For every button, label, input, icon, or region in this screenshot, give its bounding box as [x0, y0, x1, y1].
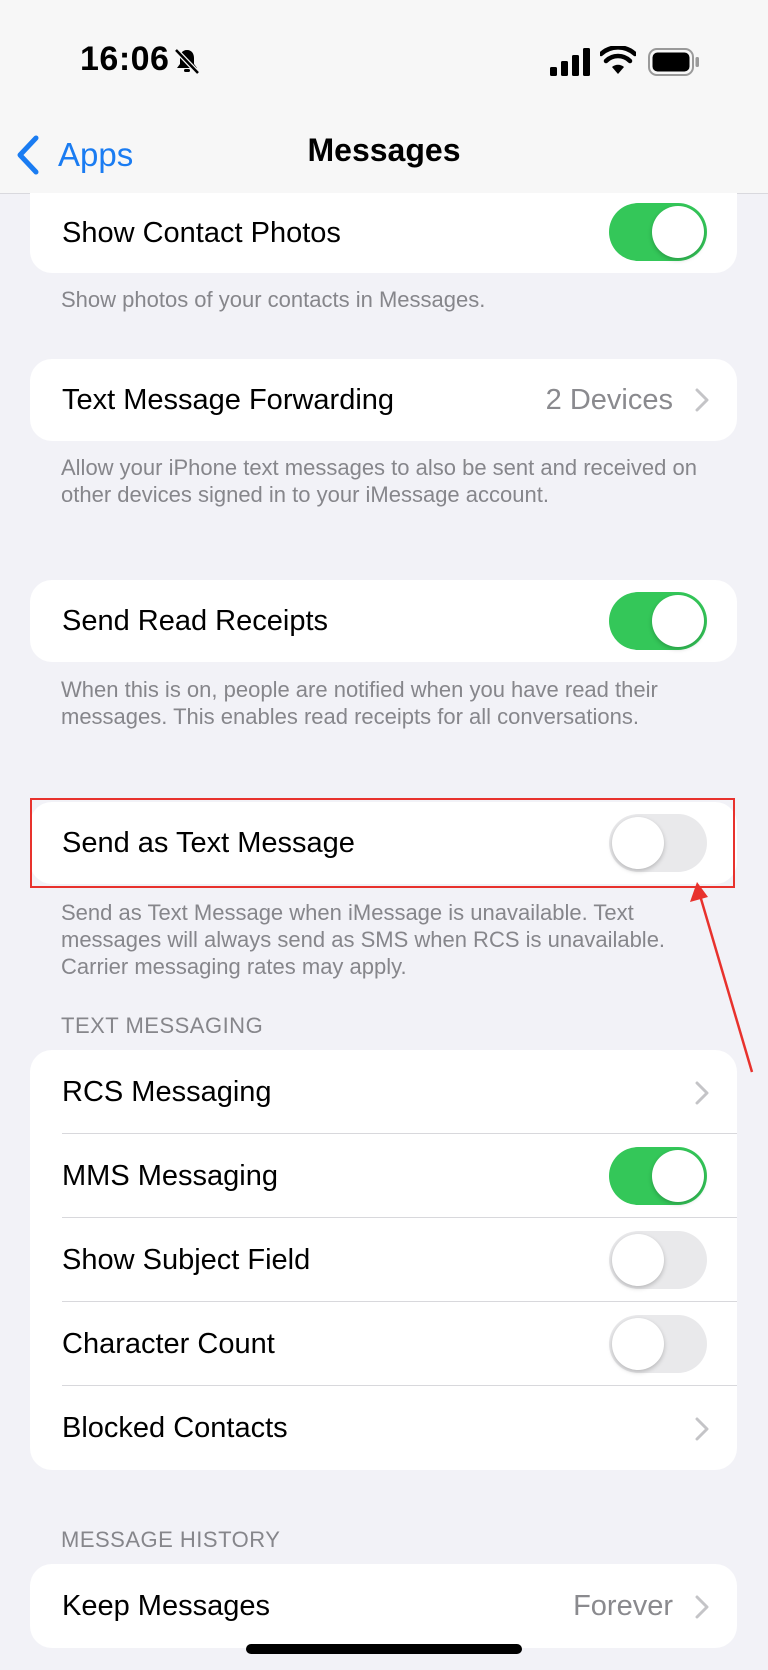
show-subject-toggle[interactable] — [609, 1231, 707, 1289]
read-receipts-label: Send Read Receipts — [62, 604, 328, 637]
contact-photos-row: Show Contact Photos — [30, 193, 737, 273]
read-receipts-toggle[interactable] — [609, 592, 707, 650]
character-count-toggle[interactable] — [609, 1315, 707, 1373]
forwarding-value: 2 Devices — [545, 383, 673, 416]
message-history-header: MESSAGE HISTORY — [61, 1527, 281, 1552]
chevron-right-icon — [695, 388, 709, 412]
status-time: 16:06 — [80, 40, 170, 78]
text-messaging-header: TEXT MESSAGING — [61, 1013, 264, 1038]
rcs-messaging-row[interactable]: RCS Messaging — [30, 1050, 737, 1134]
forwarding-label: Text Message Forwarding — [62, 383, 395, 416]
forwarding-row[interactable]: Text Message Forwarding 2 Devices — [30, 359, 737, 441]
send-as-text-footer: Send as Text Message when iMessage is un… — [61, 900, 666, 979]
show-subject-row: Show Subject Field — [30, 1218, 737, 1302]
cellular-signal-icon — [550, 48, 590, 76]
read-receipts-row: Send Read Receipts — [30, 580, 737, 662]
chevron-right-icon — [695, 1081, 709, 1105]
contact-photos-footer: Show photos of your contacts in Messages… — [61, 287, 486, 312]
read-receipts-footer: When this is on, people are notified whe… — [61, 677, 658, 729]
contact-photos-group: Show Contact Photos — [30, 193, 737, 273]
toggle-knob — [652, 206, 704, 258]
keep-messages-label: Keep Messages — [62, 1589, 270, 1622]
blocked-contacts-label: Blocked Contacts — [62, 1411, 288, 1444]
contact-photos-toggle[interactable] — [609, 203, 707, 261]
chevron-right-icon — [695, 1595, 709, 1619]
text-messaging-group: RCS Messaging MMS Messaging Show Subject… — [30, 1050, 737, 1470]
contact-photos-label: Show Contact Photos — [62, 216, 341, 249]
chevron-right-icon — [695, 1417, 709, 1441]
bell-slash-icon — [174, 48, 200, 75]
character-count-row: Character Count — [30, 1302, 737, 1386]
battery-icon — [648, 48, 699, 76]
toggle-knob — [652, 1150, 704, 1202]
mms-messaging-label: MMS Messaging — [62, 1159, 278, 1192]
status-bar: 16:06 — [0, 0, 768, 118]
toggle-knob — [612, 1234, 664, 1286]
character-count-label: Character Count — [62, 1327, 275, 1360]
keep-messages-row[interactable]: Keep Messages Forever — [30, 1564, 737, 1648]
wifi-icon — [600, 46, 636, 74]
show-subject-label: Show Subject Field — [62, 1243, 311, 1276]
page-title: Messages — [307, 132, 461, 168]
annotation-highlight-box — [30, 798, 735, 888]
navigation-bar: Apps Messages — [0, 118, 768, 194]
read-receipts-group: Send Read Receipts — [30, 580, 737, 662]
blocked-contacts-row[interactable]: Blocked Contacts — [30, 1386, 737, 1470]
message-history-group: Keep Messages Forever — [30, 1564, 737, 1648]
mms-messaging-toggle[interactable] — [609, 1147, 707, 1205]
toggle-knob — [612, 1318, 664, 1370]
home-indicator[interactable] — [246, 1644, 522, 1654]
rcs-messaging-label: RCS Messaging — [62, 1075, 272, 1108]
forwarding-group: Text Message Forwarding 2 Devices — [30, 359, 737, 441]
toggle-knob — [652, 595, 704, 647]
mms-messaging-row: MMS Messaging — [30, 1134, 737, 1218]
keep-messages-value: Forever — [573, 1589, 673, 1622]
forwarding-footer: Allow your iPhone text messages to also … — [61, 455, 697, 507]
